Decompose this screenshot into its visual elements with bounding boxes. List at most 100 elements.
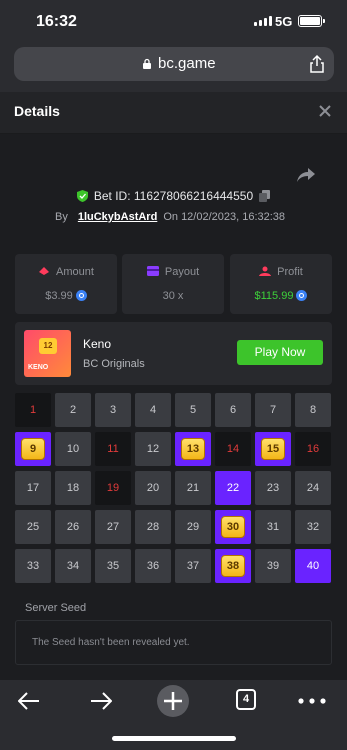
plus-icon [164,692,182,710]
keno-tile-2: 2 [55,393,91,427]
coin-icon [75,290,87,301]
keno-tile-1: 1 [15,393,51,427]
keno-tile-31: 31 [255,510,291,544]
bet-id: Bet ID: 116278066216444550 [93,189,254,203]
close-icon[interactable] [317,103,333,119]
server-seed-label: Server Seed [25,602,87,614]
play-now-button[interactable]: Play Now [237,340,323,365]
keno-tile-14: 14 [215,432,251,466]
stat-profit: Profit $115.99 [230,254,332,314]
hit-gem-icon: 15 [261,438,285,460]
forward-arrow-icon[interactable] [90,691,112,711]
keno-tile-20: 20 [135,471,171,505]
keno-tile-29: 29 [175,510,211,544]
keno-tile-10: 10 [55,432,91,466]
keno-tile-27: 27 [95,510,131,544]
keno-tile-26: 26 [55,510,91,544]
keno-grid: 1 2 3 4 5 6 7 8 9 10 11 12 13 14 15 16 17 18 19 20 21 22 23 24 2… [15,393,333,583]
home-indicator [112,736,236,741]
keno-tile-28: 28 [135,510,171,544]
keno-die-icon: 12 [39,338,57,354]
keno-tile-32: 32 [295,510,331,544]
server-seed-text: The Seed hasn't been revealed yet. [32,637,190,648]
keno-tile-17: 17 [15,471,51,505]
hit-gem-icon: 9 [21,438,45,460]
game-provider: BC Originals [83,358,145,370]
page-title: Details [14,103,60,119]
keno-tile-5: 5 [175,393,211,427]
tabs-count-button[interactable]: 4 [236,689,256,710]
profit-value: $115.99 [254,290,294,302]
by-label: By [55,211,68,223]
status-time: 16:32 [36,13,77,30]
keno-tile-16: 16 [295,432,331,466]
keno-tile-40: 40 [295,549,331,583]
keno-tile-39: 39 [255,549,291,583]
keno-tile-36: 36 [135,549,171,583]
keno-tile-35: 35 [95,549,131,583]
keno-thumbnail[interactable]: 12 KENO [24,330,71,377]
payout-label: Payout [164,266,200,278]
back-arrow-icon[interactable] [18,691,40,711]
on-label: On [163,211,178,223]
profit-label: Profit [277,266,303,278]
lock-icon [143,58,151,69]
amount-icon [39,267,50,275]
status-bar: 16:32 5G [0,0,347,44]
bet-meta-row: By 1luCkybAstArd On 12/02/2023, 16:32:38 [55,211,285,223]
bet-id-row: Bet ID: 116278066216444550 [0,189,347,203]
keno-tile-7: 7 [255,393,291,427]
signal-icon [254,16,272,26]
share-icon[interactable] [308,54,326,74]
stat-amount: Amount $3.99 [15,254,117,314]
details-header: Details [0,92,347,134]
browser-address-row: bc.game [0,44,347,92]
game-card: 12 KENO Keno BC Originals Play Now [15,322,332,385]
game-name: Keno [83,337,112,351]
amount-label: Amount [56,266,94,278]
keno-tile-19: 19 [95,471,131,505]
url-text: bc.game [158,55,216,72]
url-bar[interactable]: bc.game [14,47,334,81]
keno-tile-18: 18 [55,471,91,505]
keno-tile-38: 38 [215,549,251,583]
keno-tile-34: 34 [55,549,91,583]
server-seed-box: The Seed hasn't been revealed yet. [15,620,332,665]
keno-thumb-label: KENO [28,364,49,371]
keno-tile-15: 15 [255,432,291,466]
keno-tile-3: 3 [95,393,131,427]
keno-tile-8: 8 [295,393,331,427]
keno-tile-12: 12 [135,432,171,466]
keno-tile-24: 24 [295,471,331,505]
hit-gem-icon: 30 [221,516,245,538]
amount-value: $3.99 [45,290,73,302]
network-type: 5G [275,14,293,29]
keno-tile-37: 37 [175,549,211,583]
keno-tile-4: 4 [135,393,171,427]
keno-tile-21: 21 [175,471,211,505]
username-link[interactable]: 1luCkybAstArd [78,211,157,223]
hit-gem-icon: 38 [221,555,245,577]
bet-datetime: 12/02/2023, 16:32:38 [181,211,286,223]
verified-shield-icon [76,190,88,202]
keno-tile-9: 9 [15,432,51,466]
keno-tile-30: 30 [215,510,251,544]
more-icon[interactable] [298,698,326,704]
keno-tile-6: 6 [215,393,251,427]
new-tab-button[interactable] [157,685,189,717]
keno-tile-13: 13 [175,432,211,466]
hit-gem-icon: 13 [181,438,205,460]
payout-value: 30 x [162,290,184,302]
share-arrow-icon[interactable] [296,166,316,184]
keno-tile-11: 11 [95,432,131,466]
keno-tile-22: 22 [215,471,251,505]
stat-payout: Payout 30 x [122,254,224,314]
keno-tile-33: 33 [15,549,51,583]
payout-icon [146,266,159,276]
keno-tile-25: 25 [15,510,51,544]
keno-tile-23: 23 [255,471,291,505]
battery-icon [298,15,325,27]
copy-icon[interactable] [259,190,271,202]
browser-toolbar: 4 [0,680,347,750]
profit-icon [259,266,272,276]
